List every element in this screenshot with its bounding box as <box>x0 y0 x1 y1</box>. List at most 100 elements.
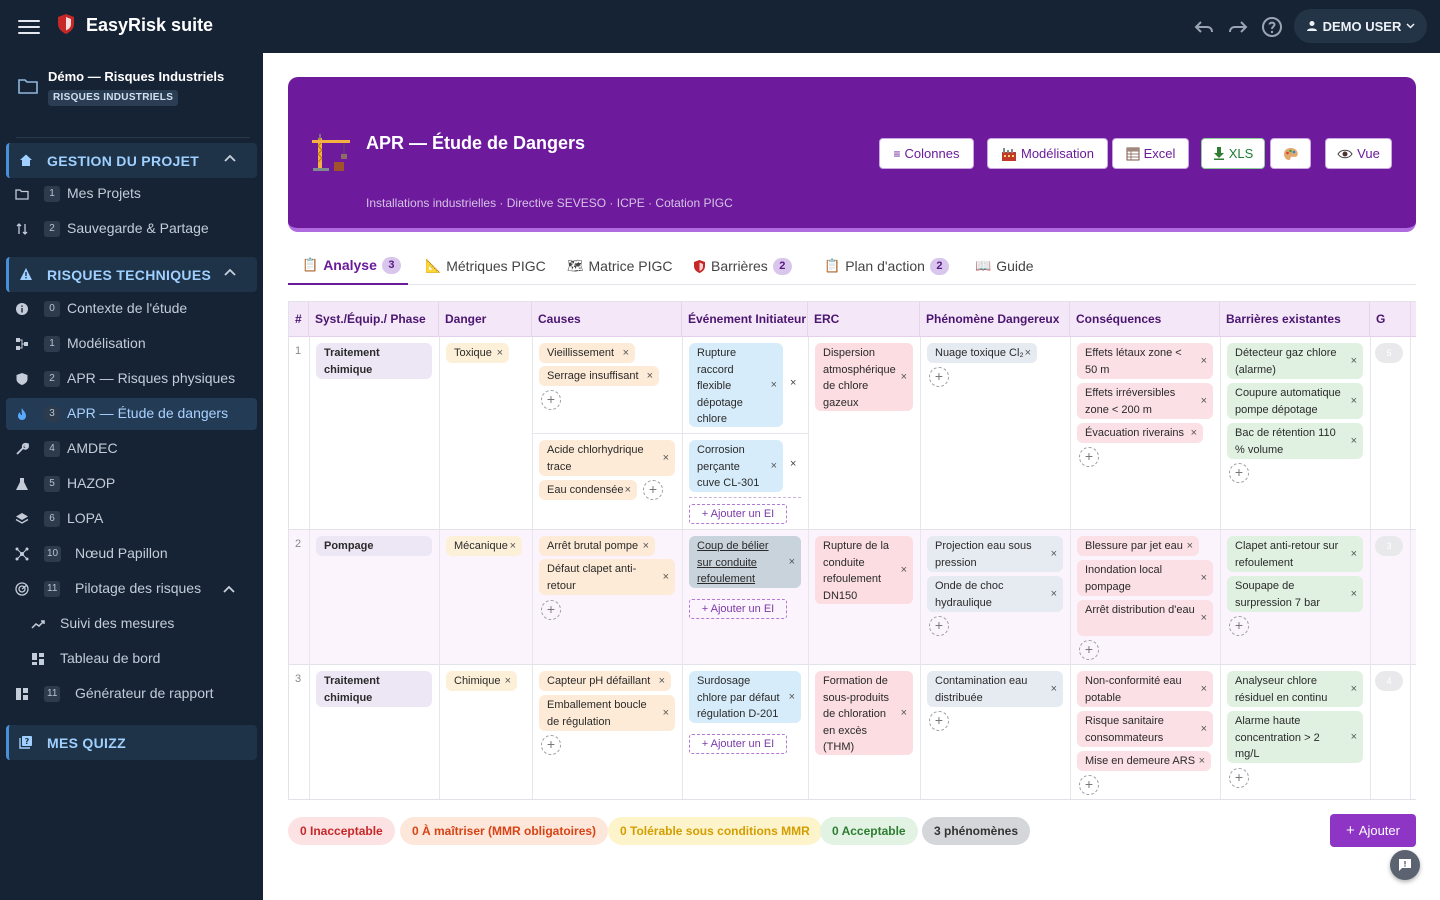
event-chip[interactable]: Corrosion perçante cuve CL-301 × <box>689 440 783 492</box>
remove-icon[interactable]: × <box>901 369 907 386</box>
erc-chip[interactable]: Dispersion atmosphérique de chlore gazeu… <box>815 343 913 411</box>
sidebar-item-amdec[interactable]: 4 AMDEC <box>6 433 257 465</box>
column-header[interactable]: Conséquences <box>1070 302 1220 337</box>
remove-icon[interactable]: × <box>789 689 795 706</box>
section-gestion-projet[interactable]: GESTION DU PROJET <box>6 143 257 178</box>
add-cause-button[interactable]: + <box>541 390 561 410</box>
column-header[interactable]: Barrières existantes <box>1220 302 1370 337</box>
column-header[interactable]: Danger <box>439 302 532 337</box>
undo-icon[interactable] <box>1192 15 1216 39</box>
view-button[interactable]: Vue <box>1325 138 1392 169</box>
barrier-chip[interactable]: Détecteur gaz chlore (alarme) × <box>1227 343 1363 379</box>
add-event-button[interactable]: + Ajouter un EI <box>689 599 787 619</box>
remove-icon[interactable]: × <box>1051 681 1057 698</box>
sidebar-item-apr-physiques[interactable]: 2 APR — Risques physiques <box>6 363 257 395</box>
add-event-button[interactable]: + Ajouter un EI <box>689 504 787 524</box>
system-chip[interactable]: Traitement chimique <box>316 671 432 707</box>
sidebar-item-sauvegarde[interactable]: 2 Sauvegarde & Partage <box>6 213 257 245</box>
sidebar-item-suivi-mesures[interactable]: Suivi des mesures <box>6 608 257 640</box>
delete-event-icon[interactable]: × <box>790 377 796 389</box>
add-phenomenon-button[interactable]: + <box>929 367 949 387</box>
remove-icon[interactable]: × <box>901 562 907 579</box>
xls-download-button[interactable]: XLS <box>1201 138 1265 169</box>
menu-icon[interactable] <box>18 16 40 36</box>
remove-icon[interactable]: × <box>1201 681 1207 698</box>
erc-chip[interactable]: Rupture de la conduite refoulement DN150… <box>815 536 913 604</box>
remove-icon[interactable]: × <box>1351 546 1357 563</box>
phenomenon-chip[interactable]: Onde de choc hydraulique × <box>927 576 1063 612</box>
sidebar-item-apr-etude-dangers[interactable]: 3 APR — Étude de dangers <box>6 398 257 430</box>
remove-icon[interactable]: × <box>1351 393 1357 410</box>
add-cause-button[interactable]: + <box>541 735 561 755</box>
cause-chip[interactable]: Défaut clapet anti-retour × <box>539 559 675 595</box>
modelisation-button[interactable]: Modélisation <box>987 138 1108 169</box>
column-header[interactable]: ERC <box>808 302 920 337</box>
sidebar-item-tableau-bord[interactable]: Tableau de bord <box>6 643 257 675</box>
barrier-chip[interactable]: Bac de rétention 110 % volume × <box>1227 423 1363 459</box>
remove-icon[interactable]: × <box>1351 586 1357 603</box>
consequence-chip[interactable]: Évacuation riverains × <box>1077 423 1203 443</box>
add-consequence-button[interactable]: + <box>1079 775 1099 795</box>
sidebar-item-noeud-papillon[interactable]: 10 Nœud Papillon <box>6 538 257 570</box>
remove-icon[interactable]: × <box>1201 721 1207 738</box>
barrier-chip[interactable]: Analyseur chlore résiduel en continu × <box>1227 671 1363 707</box>
remove-icon[interactable]: × <box>1187 538 1193 554</box>
phenomenon-chip[interactable]: Contamination eau distribuée × <box>927 671 1063 707</box>
tab-guide[interactable]: 📖 Guide <box>975 247 1034 285</box>
section-risques-techniques[interactable]: RISQUES TECHNIQUES OPÉRATIONNELS <box>6 257 257 292</box>
user-menu-button[interactable]: DEMO USER <box>1294 9 1427 43</box>
remove-icon[interactable]: × <box>1199 753 1205 769</box>
sidebar-item-contexte[interactable]: 0 Contexte de l'étude <box>6 293 257 325</box>
consequence-chip[interactable]: Mise en demeure ARS × <box>1077 751 1211 771</box>
tab-matrice[interactable]: 🗺 Matrice PIGC <box>567 247 673 285</box>
add-barrier-button[interactable]: + <box>1229 463 1249 483</box>
add-cause-button[interactable]: + <box>541 600 561 620</box>
sidebar-item-generateur-rapport[interactable]: 11 Générateur de rapport <box>6 678 257 710</box>
remove-icon[interactable]: × <box>663 450 669 467</box>
gravity-badge[interactable]: 5 <box>1375 343 1403 363</box>
cause-chip[interactable]: Vieillissement × <box>539 343 635 363</box>
gravity-badge[interactable]: 3 <box>1375 536 1403 556</box>
add-event-button[interactable]: + Ajouter un EI <box>689 734 787 754</box>
columns-button[interactable]: ≡ Colonnes <box>879 138 974 169</box>
remove-icon[interactable]: × <box>623 345 629 361</box>
remove-icon[interactable]: × <box>663 705 669 722</box>
cause-chip[interactable]: Arrêt brutal pompe × <box>539 536 655 556</box>
barrier-chip[interactable]: Soupape de surpression 7 bar × <box>1227 576 1363 612</box>
remove-icon[interactable]: × <box>1201 610 1207 627</box>
remove-icon[interactable]: × <box>789 554 795 571</box>
cause-chip[interactable]: Acide chlorhydrique trace × <box>539 440 675 476</box>
remove-icon[interactable]: × <box>1351 353 1357 370</box>
consequence-chip[interactable]: Risque sanitaire consommateurs × <box>1077 711 1213 747</box>
add-consequence-button[interactable]: + <box>1079 447 1099 467</box>
column-header[interactable]: Causes <box>532 302 682 337</box>
barrier-chip[interactable]: Clapet anti-retour sur refoulement × <box>1227 536 1363 572</box>
event-chip[interactable]: Surdosage chlore par défaut régulation D… <box>689 671 801 723</box>
remove-icon[interactable]: × <box>643 538 649 554</box>
add-consequence-button[interactable]: + <box>1079 640 1099 660</box>
tab-plan-action[interactable]: 📋 Plan d'action 2 <box>824 247 949 285</box>
sidebar-item-lopa[interactable]: 6 LOPA <box>6 503 257 535</box>
barrier-chip[interactable]: Alarme haute concentration > 2 mg/L × <box>1227 711 1363 763</box>
system-chip[interactable]: Pompage <box>316 536 432 556</box>
sidebar-item-hazop[interactable]: 5 HAZOP <box>6 468 257 500</box>
remove-icon[interactable]: × <box>625 482 631 498</box>
erc-chip[interactable]: Formation de sous-produits de chloration… <box>815 671 913 755</box>
sidebar-item-pilotage[interactable]: 11 Pilotage des risques <box>6 573 257 605</box>
delete-event-icon[interactable]: × <box>790 458 796 470</box>
phenomenon-chip[interactable]: Projection eau sous pression × <box>927 536 1063 572</box>
consequence-chip[interactable]: Effets létaux zone < 50 m × <box>1077 343 1213 379</box>
add-cause-button[interactable]: + <box>643 480 663 500</box>
consequence-chip[interactable]: Blessure par jet eau × <box>1077 536 1199 556</box>
add-row-button[interactable]: + Ajouter <box>1330 814 1416 847</box>
remove-icon[interactable]: × <box>1201 570 1207 587</box>
consequence-chip[interactable]: Non-conformité eau potable × <box>1077 671 1213 707</box>
remove-icon[interactable]: × <box>497 345 503 361</box>
danger-chip[interactable]: Chimique × <box>446 671 517 691</box>
column-header[interactable]: G <box>1370 302 1411 337</box>
remove-icon[interactable]: × <box>510 538 516 554</box>
consequence-chip[interactable]: Inondation local pompage × <box>1077 560 1213 596</box>
remove-icon[interactable]: × <box>771 458 777 475</box>
gravity-badge[interactable]: 4 <box>1375 671 1403 691</box>
palette-button[interactable] <box>1270 138 1311 169</box>
